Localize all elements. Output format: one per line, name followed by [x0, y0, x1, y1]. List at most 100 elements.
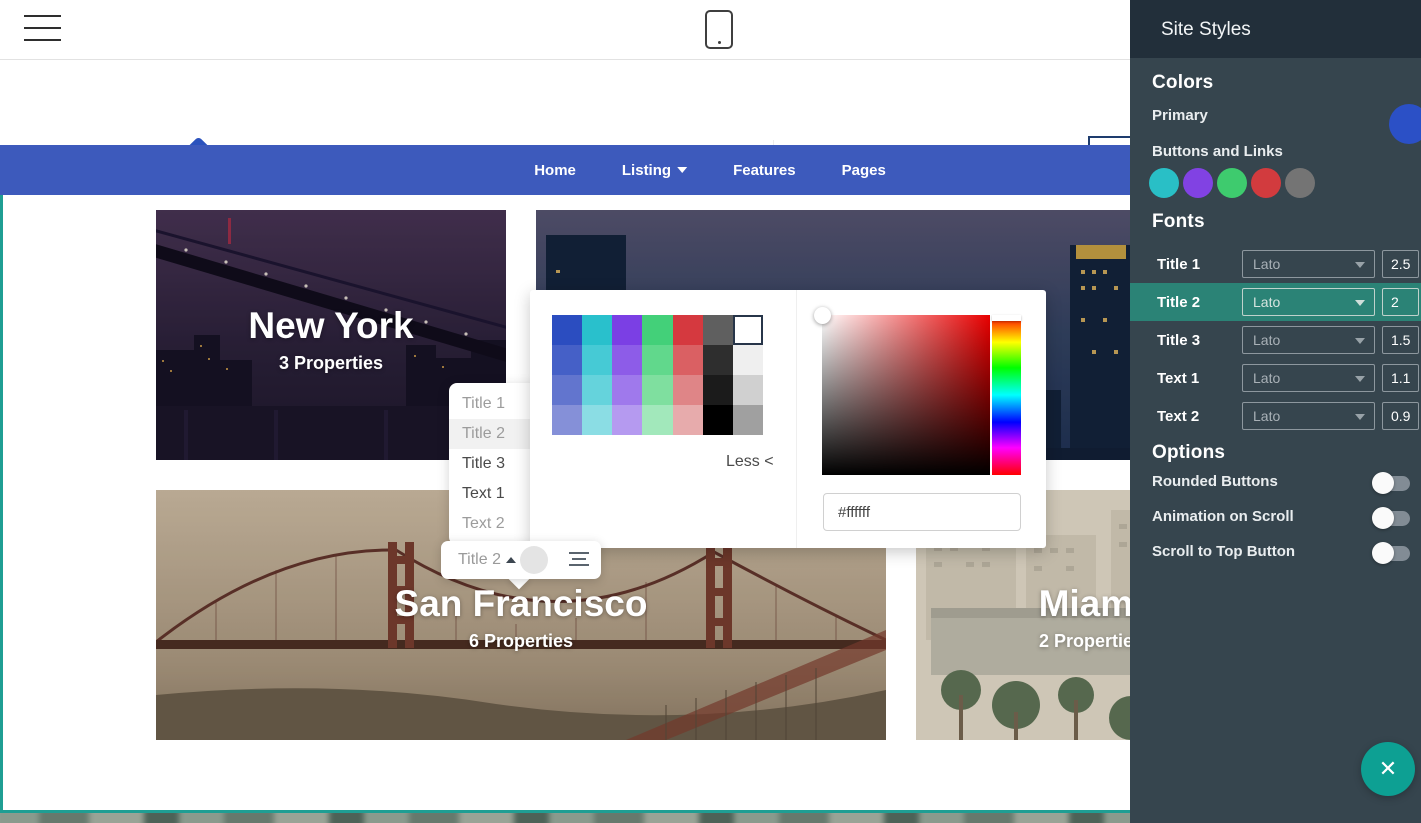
nav-item-features[interactable]: Features: [733, 162, 796, 179]
palette-swatch[interactable]: [642, 345, 672, 375]
app-window: RealtyM4 + (123) 1800-567-8990 + (123) 1…: [0, 0, 1421, 823]
font-size-input[interactable]: 1.1: [1382, 364, 1419, 392]
font-family-select[interactable]: Lato: [1242, 402, 1375, 430]
font-size-input[interactable]: 2.5: [1382, 250, 1419, 278]
toggle-switch[interactable]: [1374, 472, 1410, 494]
city-title[interactable]: New York: [156, 305, 506, 347]
less-toggle-link[interactable]: Less <: [726, 453, 774, 471]
toggle-knob: [1372, 542, 1394, 564]
palette-swatch[interactable]: [673, 345, 703, 375]
palette-swatch[interactable]: [673, 375, 703, 405]
option-row: Animation on Scroll: [1130, 505, 1421, 540]
palette-swatch[interactable]: [673, 315, 703, 345]
palette-swatch[interactable]: [612, 405, 642, 435]
chevron-up-icon[interactable]: [506, 557, 516, 563]
font-family-select[interactable]: Lato: [1242, 288, 1375, 316]
font-size-input[interactable]: 1.5: [1382, 326, 1419, 354]
button-color-swatch[interactable]: [1251, 168, 1281, 198]
nav-item-home[interactable]: Home: [534, 162, 576, 179]
nav-item-label: Home: [534, 162, 576, 179]
font-row-title-3: Title 3Lato1.5: [1130, 321, 1421, 359]
palette-swatch[interactable]: [733, 405, 763, 435]
nav-item-label: Listing: [622, 162, 671, 179]
font-row-text-2: Text 2 Lato 0.9: [1130, 397, 1421, 435]
font-family-select[interactable]: Lato: [1242, 364, 1375, 392]
palette-swatch[interactable]: [552, 345, 582, 375]
font-family-select[interactable]: Lato: [1242, 326, 1375, 354]
nav-item-pages[interactable]: Pages: [842, 162, 886, 179]
font-size-input[interactable]: 0.9: [1382, 402, 1419, 430]
palette-swatch[interactable]: [673, 405, 703, 435]
buttons-links-label: Buttons and Links: [1152, 143, 1283, 160]
option-label: Scroll to Top Button: [1152, 543, 1295, 560]
palette-swatch[interactable]: [642, 315, 672, 345]
hex-color-input[interactable]: [823, 493, 1021, 531]
button-color-swatch[interactable]: [1217, 168, 1247, 198]
palette-swatch[interactable]: [612, 375, 642, 405]
city-properties-count: 6 Properties: [156, 631, 886, 652]
font-row-label: Title 2: [1157, 294, 1200, 311]
button-color-swatch[interactable]: [1183, 168, 1213, 198]
palette-swatch[interactable]: [582, 315, 612, 345]
option-toggles: Rounded Buttons Animation on Scroll Scroll…: [1130, 470, 1421, 575]
palette-swatch[interactable]: [582, 375, 612, 405]
text-style-toolbar: Title 2: [441, 541, 601, 579]
palette-swatch[interactable]: [703, 345, 733, 375]
palette-swatch[interactable]: [703, 405, 733, 435]
palette-swatch[interactable]: [642, 405, 672, 435]
font-family-value: Lato: [1253, 256, 1280, 272]
city-title[interactable]: San Francisco: [156, 583, 886, 625]
panel-header: Site Styles: [1130, 0, 1421, 58]
city-properties-count: 3 Properties: [156, 353, 506, 374]
font-row-title-2: Title 2 Lato2: [1130, 283, 1421, 321]
saturation-handle[interactable]: [814, 307, 831, 324]
button-color-swatch[interactable]: [1149, 168, 1179, 198]
mobile-preview-icon[interactable]: [705, 10, 733, 49]
palette-swatch[interactable]: [733, 345, 763, 375]
font-size-input[interactable]: 2: [1382, 288, 1419, 316]
chevron-down-icon: [677, 167, 687, 173]
palette-swatch[interactable]: [552, 315, 582, 345]
palette-swatch[interactable]: [642, 375, 672, 405]
toggle-switch[interactable]: [1374, 507, 1410, 529]
primary-color-label: Primary: [1152, 107, 1208, 124]
palette-swatch[interactable]: [703, 315, 733, 345]
align-text-icon[interactable]: [568, 552, 590, 568]
palette-swatch[interactable]: [552, 405, 582, 435]
font-rows: Title 1Lato2.5Title 2Lato2Title 3Lato1.5…: [1130, 245, 1421, 435]
palette-swatch[interactable]: [612, 315, 642, 345]
nav-item-listing[interactable]: Listing: [622, 162, 687, 179]
palette-swatch[interactable]: [552, 375, 582, 405]
nav-item-label: Features: [733, 162, 796, 179]
primary-color-swatch[interactable]: [1389, 104, 1421, 144]
font-family-select[interactable]: Lato: [1242, 250, 1375, 278]
text-style-selector[interactable]: Title 2: [458, 551, 501, 569]
close-panel-button[interactable]: ✕: [1361, 742, 1415, 796]
hue-handle[interactable]: [992, 315, 1021, 321]
palette-grid: [552, 315, 763, 435]
main-nav: Home Listing Features Pages: [0, 145, 1266, 195]
font-row-label: Title 1: [1157, 256, 1200, 273]
option-row: Scroll to Top Button: [1130, 540, 1421, 575]
saturation-area[interactable]: [822, 315, 990, 475]
site-header: RealtyM4 + (123) 1800-567-8990 + (123) 1…: [0, 60, 1266, 145]
palette-swatch[interactable]: [582, 405, 612, 435]
hue-slider[interactable]: [992, 315, 1021, 475]
color-preview-circle[interactable]: [520, 546, 548, 574]
block-selection-accent: [0, 195, 3, 810]
font-row-label: Text 2: [1157, 408, 1199, 425]
button-color-swatch[interactable]: [1285, 168, 1315, 198]
font-family-value: Lato: [1253, 408, 1280, 424]
palette-swatch[interactable]: [733, 315, 763, 345]
toggle-switch[interactable]: [1374, 542, 1410, 564]
font-row-title-1: Title 1 Lato 2.5: [1130, 245, 1421, 283]
hamburger-menu-icon[interactable]: [24, 15, 61, 43]
palette-swatch[interactable]: [733, 375, 763, 405]
option-row: Rounded Buttons: [1130, 470, 1421, 505]
fonts-heading: Fonts: [1152, 211, 1205, 233]
palette-swatch[interactable]: [703, 375, 733, 405]
option-label: Rounded Buttons: [1152, 473, 1278, 490]
palette-swatch[interactable]: [582, 345, 612, 375]
palette-swatch[interactable]: [612, 345, 642, 375]
toggle-knob: [1372, 507, 1394, 529]
